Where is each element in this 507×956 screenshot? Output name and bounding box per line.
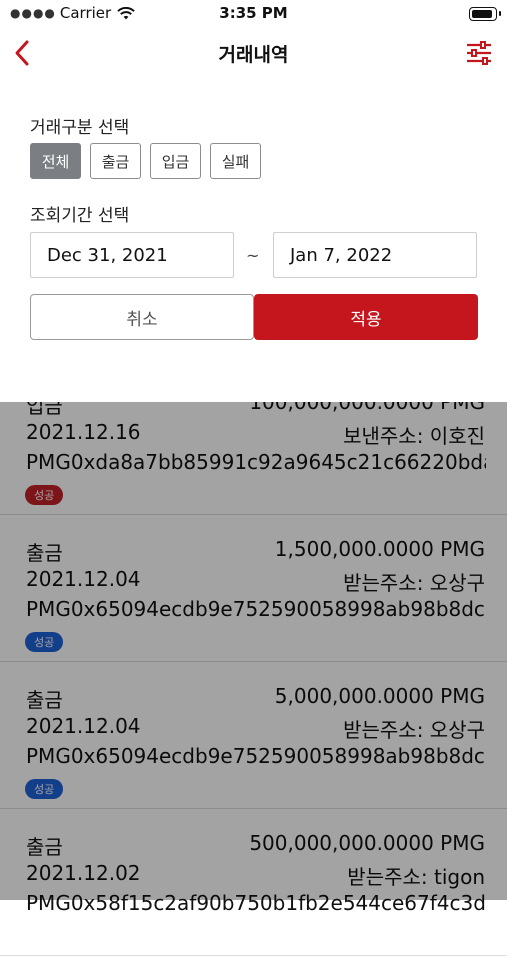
tx-date: 2021.12.04 — [26, 567, 141, 591]
tx-amount: 500,000,000.0000 PMG — [249, 831, 485, 855]
tx-address: PMG0x65094ecdb9e752590058998ab98b8dce — [26, 597, 486, 621]
transaction-list: 입금 100,000,000.0000 PMG 2021.12.16 보낸주소:… — [0, 368, 507, 956]
date-separator: ~ — [246, 246, 260, 265]
tx-date: 2021.12.04 — [26, 714, 141, 738]
tx-party: 받는주소: 오상구 — [343, 571, 485, 595]
start-date-field[interactable]: Dec 31, 2021 — [30, 232, 234, 278]
tx-amount: 5,000,000.0000 PMG — [274, 684, 485, 708]
tx-party: 받는주소: tigon — [347, 865, 485, 889]
type-section-label: 거래구분 선택 — [30, 118, 130, 138]
page-title: 거래내역 — [218, 44, 289, 66]
tx-address: PMG0x65094ecdb9e752590058998ab98b8dce — [26, 744, 486, 768]
chip-deposit[interactable]: 입금 — [150, 143, 201, 179]
status-badge: 성공 — [25, 632, 64, 652]
status-bar: ●●●● Carrier 3:35 PM — [0, 0, 507, 28]
status-badge: 성공 — [25, 485, 64, 505]
tx-date: 2021.12.02 — [26, 861, 141, 885]
status-badge: 성공 — [25, 779, 64, 799]
list-item[interactable]: 출금 1,500,000.0000 PMG 2021.12.04 받는주소: 오… — [0, 515, 507, 662]
status-time: 3:35 PM — [219, 4, 288, 22]
tx-type: 출금 — [26, 688, 63, 712]
cancel-button[interactable]: 취소 — [30, 294, 254, 340]
tx-address: PMG0xda8a7bb85991c92a9645c21c66220bda0 — [26, 450, 486, 474]
chip-failed[interactable]: 실패 — [210, 143, 261, 179]
tx-amount: 1,500,000.0000 PMG — [274, 537, 485, 561]
apply-button[interactable]: 적용 — [254, 294, 478, 340]
chip-withdraw[interactable]: 출금 — [90, 143, 141, 179]
tx-address: PMG0x58f15c2af90b750b1fb2e544ce67f4c3db — [26, 891, 486, 915]
tx-party: 보낸주소: 이호진 — [343, 424, 485, 448]
tx-date: 2021.12.16 — [26, 420, 141, 444]
tx-type: 출금 — [26, 835, 63, 859]
list-item[interactable]: 출금 500,000,000.0000 PMG 2021.12.02 받는주소:… — [0, 809, 507, 956]
chip-all[interactable]: 전체 — [30, 143, 81, 179]
tx-type: 출금 — [26, 541, 63, 565]
list-item[interactable]: 출금 5,000,000.0000 PMG 2021.12.04 받는주소: 오… — [0, 662, 507, 809]
tx-party: 받는주소: 오상구 — [343, 718, 485, 742]
nav-bar: 거래내역 — [0, 28, 507, 78]
end-date-field[interactable]: Jan 7, 2022 — [273, 232, 477, 278]
type-chip-group: 전체 출금 입금 실패 — [30, 143, 261, 179]
filter-sheet: 거래구분 선택 전체 출금 입금 실패 조회기간 선택 Dec 31, 2021… — [0, 78, 507, 402]
battery-icon — [469, 7, 501, 21]
period-section-label: 조회기간 선택 — [30, 206, 130, 226]
sliders-icon[interactable] — [465, 40, 493, 66]
